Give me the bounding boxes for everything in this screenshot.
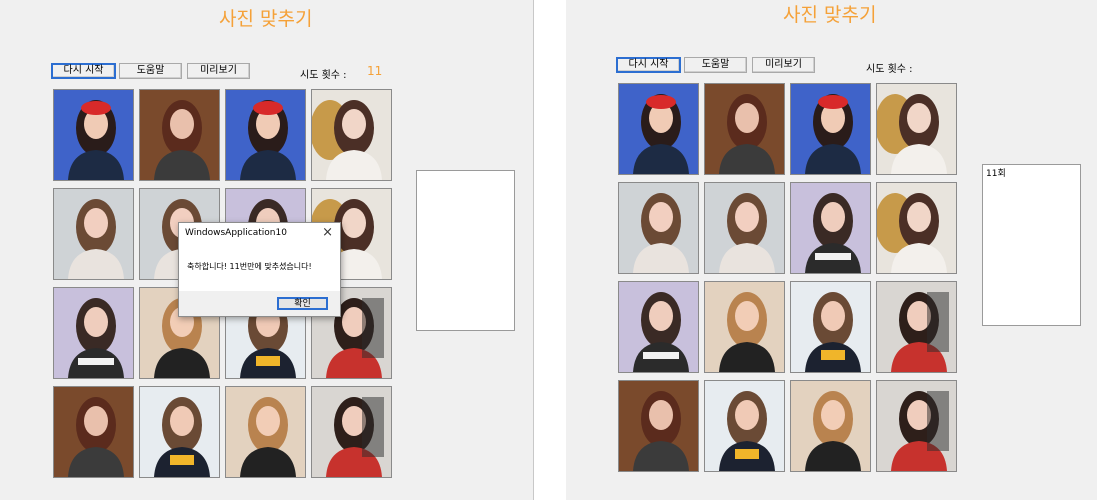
photo-tile[interactable] [53, 89, 134, 181]
preview-button[interactable]: 미리보기 [187, 63, 250, 79]
restart-button[interactable]: 다시 시작 [51, 63, 116, 79]
photo-image [226, 90, 305, 180]
photo-image [619, 84, 698, 174]
photo-tile[interactable] [225, 89, 306, 181]
photo-tile[interactable] [790, 281, 871, 373]
photo-tile[interactable] [704, 182, 785, 274]
photo-tile[interactable] [876, 83, 957, 175]
dialog-body: 축하합니다! 11번만에 맞추셨습니다! [179, 245, 340, 291]
photo-image [619, 381, 698, 471]
photo-image [140, 90, 219, 180]
close-icon[interactable]: × [322, 225, 333, 240]
list-item[interactable]: 11회 [986, 166, 1077, 179]
photo-image [54, 189, 133, 279]
photo-tile[interactable] [618, 83, 699, 175]
photo-tile[interactable] [225, 386, 306, 478]
photo-tile[interactable] [53, 188, 134, 280]
photo-image [791, 381, 870, 471]
help-button[interactable]: 도움말 [119, 63, 182, 79]
photo-tile[interactable] [704, 281, 785, 373]
dialog-titlebar: WindowsApplication10 × [179, 223, 340, 245]
dialog-title: WindowsApplication10 [185, 228, 287, 238]
game-window-right: 사진 맞추기 다시 시작 도움말 미리보기 시도 횟수 : 11회 [566, 0, 1097, 500]
attempts-label: 시도 횟수 : [866, 64, 913, 75]
photo-tile[interactable] [53, 287, 134, 379]
photo-image [54, 288, 133, 378]
photo-tile[interactable] [876, 380, 957, 472]
dialog-message: 축하합니다! 11번만에 맞추셨습니다! [187, 262, 312, 271]
photo-image [791, 282, 870, 372]
photo-image [705, 381, 784, 471]
photo-image [226, 387, 305, 477]
photo-tile[interactable] [618, 182, 699, 274]
photo-tile[interactable] [618, 281, 699, 373]
app-title: 사진 맞추기 [783, 4, 877, 26]
photo-image [791, 84, 870, 174]
photo-image [54, 387, 133, 477]
photo-image [877, 183, 956, 273]
message-dialog: WindowsApplication10 × 축하합니다! 11번만에 맞추셨습… [178, 222, 341, 317]
photo-image [705, 84, 784, 174]
photo-tile[interactable] [311, 89, 392, 181]
photo-image [705, 183, 784, 273]
photo-tile[interactable] [618, 380, 699, 472]
photo-tile[interactable] [790, 182, 871, 274]
photo-image [312, 387, 391, 477]
photo-image [619, 282, 698, 372]
photo-tile[interactable] [704, 83, 785, 175]
app-title: 사진 맞추기 [219, 8, 313, 30]
help-button[interactable]: 도움말 [684, 57, 747, 73]
attempt-history-list[interactable] [416, 170, 515, 331]
photo-tile[interactable] [139, 386, 220, 478]
photo-image [140, 387, 219, 477]
attempts-count: 11 [367, 64, 383, 78]
photo-image [54, 90, 133, 180]
attempts-label: 시도 횟수 : [300, 70, 347, 81]
photo-tile[interactable] [790, 83, 871, 175]
photo-tile[interactable] [876, 182, 957, 274]
restart-button[interactable]: 다시 시작 [616, 57, 681, 73]
photo-tile[interactable] [876, 281, 957, 373]
ok-button[interactable]: 확인 [277, 297, 328, 310]
photo-tile[interactable] [53, 386, 134, 478]
photo-image [877, 282, 956, 372]
attempt-history-list[interactable]: 11회 [982, 164, 1081, 326]
preview-button[interactable]: 미리보기 [752, 57, 815, 73]
photo-image [877, 381, 956, 471]
photo-image [705, 282, 784, 372]
divider [533, 0, 534, 500]
photo-tile[interactable] [704, 380, 785, 472]
photo-image [877, 84, 956, 174]
photo-tile[interactable] [790, 380, 871, 472]
photo-image [619, 183, 698, 273]
game-window-left: 사진 맞추기 다시 시작 도움말 미리보기 시도 횟수 : 11 Windows… [0, 0, 533, 500]
photo-image [791, 183, 870, 273]
photo-tile[interactable] [311, 386, 392, 478]
photo-image [312, 90, 391, 180]
photo-tile[interactable] [139, 89, 220, 181]
